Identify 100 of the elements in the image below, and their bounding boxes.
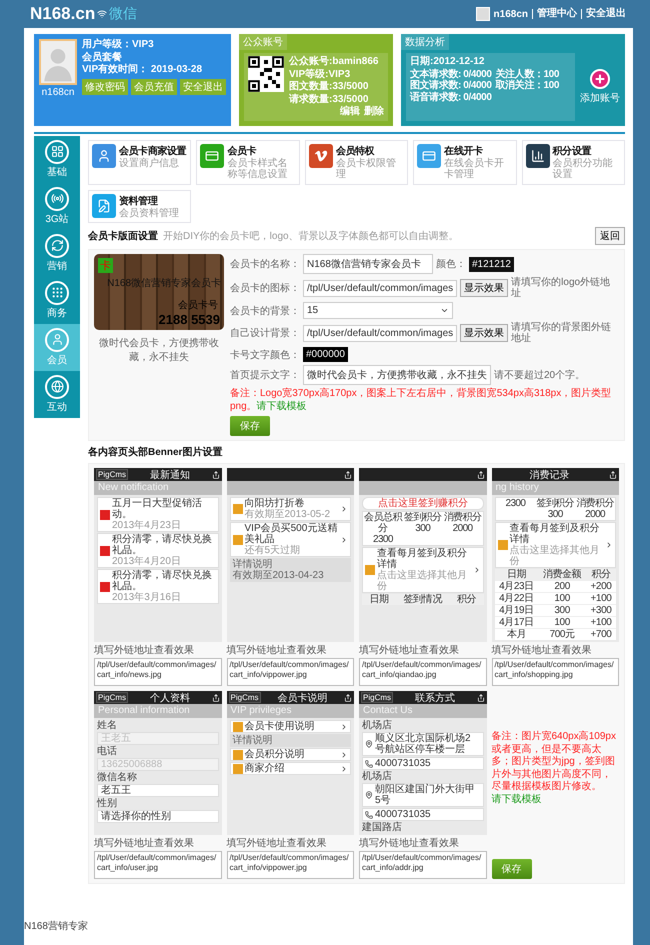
section-title: 各内容页头部Benner图片设置 [88, 445, 222, 459]
refresh-icon [45, 234, 69, 258]
input-field: 请选择你的性别 [97, 810, 218, 823]
module-title: 资料管理 [119, 194, 159, 208]
item-icon [498, 540, 508, 550]
sidebar-item[interactable]: 营销 [34, 230, 80, 276]
field-label: 填写外链地址查看效果 [226, 836, 328, 850]
list-item: 会员卡使用说明 [230, 720, 351, 733]
logo-suffix: 微信 [109, 5, 138, 23]
url-textarea[interactable]: /tpl/User/default/common/images/cart_info/vippower.jpg [226, 851, 354, 879]
header-link[interactable]: 管理中心 [532, 9, 577, 19]
module-card[interactable]: 会员卡 会员卡样式名称等信息设置 [196, 140, 300, 184]
color-value-field[interactable]: #000000 [303, 347, 348, 362]
url-textarea[interactable]: /tpl/User/default/common/images/cart_info/shopping.jpg [492, 658, 619, 686]
module-card[interactable]: 在线开卡 在线会员卡开卡管理 [413, 140, 517, 184]
logo-text: N168.cn [30, 4, 96, 24]
add-account-button[interactable] [590, 68, 610, 89]
notice-item: 五月一日大型促销活动。 2013年4月23日 [97, 497, 218, 532]
address-item: 顺义区北京国际机场2号航站区停车楼一层 [362, 732, 484, 756]
module-card[interactable]: 会员特权 会员卡权限管理 [304, 140, 408, 184]
download-template-link[interactable]: 请下载模板 [492, 794, 542, 804]
sidebar-item[interactable]: 3G站 [34, 182, 80, 230]
module-card[interactable]: 会员卡商家设置 设置商户信息 [88, 140, 192, 184]
module-title: 会员特权 [336, 144, 376, 158]
list-item: 商家介绍 [230, 762, 351, 775]
brand-badge: PigCms [96, 469, 128, 480]
card-name: N168微信营销专家会员卡 [107, 276, 221, 290]
input-field[interactable]: /tpl/User/default/common/images [303, 324, 458, 342]
stats-item: 文本请求数: 0/4000 [410, 68, 492, 80]
phone-header-bar: PigCms 联系方式 [359, 691, 486, 704]
field-label: 自己设计背景： [230, 326, 300, 340]
preview-button[interactable]: 显示效果 [460, 324, 508, 342]
phone-header-bar: PigCms 会员卡说明 [226, 691, 354, 704]
chevron-icon [340, 536, 348, 544]
sidebar-item[interactable]: 互动 [34, 370, 80, 418]
field-hint: 请填写你的logo外链地址 [511, 277, 612, 299]
points-summary: 2300 签到积分 300 消费积分 2000 [494, 497, 616, 521]
points-table: 日期 签到情况 积分 [362, 594, 484, 605]
module-title: 会员卡商家设置 [119, 144, 186, 158]
header-link[interactable]: 安全退出 [581, 9, 626, 19]
module-card[interactable]: 资料管理 会员资料管理 [88, 190, 192, 223]
input-field[interactable]: 微时代会员卡，方便携带收藏，永不挂失 [303, 365, 491, 385]
input-field: 老五王 [97, 784, 218, 797]
item-icon [232, 534, 242, 544]
item-icon [232, 504, 242, 514]
list-item: 向阳坊打折卷 有效期至2013-05-2 [230, 497, 351, 521]
points-table: 日期 消费金额 积分 4月23日 200 +200 4月22日 100 +100 4月19日 300 +300 4月17日 100 +100 本月 700元 +700 [494, 569, 616, 640]
chevron-icon [340, 722, 348, 730]
back-button[interactable]: 返回 [595, 227, 625, 245]
account-info: 请求数量:33/5000 [289, 94, 370, 105]
footer-text: N168营销专家 [24, 920, 89, 934]
preview-button[interactable]: 显示效果 [460, 279, 508, 297]
url-textarea[interactable]: /tpl/User/default/common/images/cart_info/news.jpg [94, 658, 222, 686]
sign-in-link[interactable]: 点击这里签到赚积分 [362, 497, 484, 510]
field-label: 填写外链地址查看效果 [226, 644, 328, 657]
phone-icon [365, 810, 373, 818]
phone-icon [365, 760, 373, 768]
input-field[interactable]: /tpl/User/default/common/images [303, 280, 458, 296]
field-label: 姓名 [97, 720, 118, 731]
input-field[interactable]: N168微信营销专家会员卡 [303, 254, 433, 274]
list-item: 会员积分说明 [230, 748, 351, 761]
field-label: 颜色： [436, 258, 466, 270]
item-icon [232, 722, 242, 732]
notice-item: 积分清零，请尽快兑换礼品。 2013年4月20日 [97, 533, 218, 568]
dropdown-icon [440, 306, 449, 315]
notice-icon [100, 582, 110, 592]
add-account-label: 添加账号 [580, 92, 620, 105]
panel-title: 公众账号 [239, 34, 287, 50]
color-value-field[interactable]: #121212 [469, 256, 514, 272]
select-field[interactable]: 15 [303, 302, 453, 319]
account-info: VIP等级:VIP3 [289, 68, 352, 80]
section-title: 会员卡版面设置 [88, 230, 158, 243]
section-hint: 开始DIY你的会员卡吧，logo、背景以及字体颜色都可以自由调整。 [163, 230, 460, 243]
module-card[interactable]: 积分设置 会员积分功能设置 [522, 140, 625, 184]
list-item: VIP会员买500元送精美礼品 还有5天过期 [230, 522, 351, 557]
url-textarea[interactable]: /tpl/User/default/common/images/cart_info/qiandao.jpg [359, 658, 486, 686]
chevron-icon [605, 541, 613, 549]
share-icon [212, 470, 220, 478]
share-icon [212, 694, 220, 702]
list-item: 查看每月签到及积分详情 点击这里选择其他月份 [494, 522, 616, 568]
user-icon [45, 328, 69, 352]
map-pin-icon [365, 791, 373, 799]
share-icon [609, 470, 617, 478]
note-text: 备注：图片宽640px高109px或者更高，但是不要高太多；图片类型为jpg，签到图片外与其他图片高度不同，尽量根据模板图片修改。 请下载模板 [492, 731, 617, 806]
download-template-link[interactable]: 请下载模板 [256, 400, 307, 412]
field-label: 首页提示文字： [230, 368, 300, 382]
sidebar-item[interactable]: 商务 [34, 276, 80, 324]
sidebar-item[interactable]: 基础 [34, 136, 80, 182]
field-hint: 请不要超过20个字。 [494, 370, 586, 380]
globe-icon [45, 374, 69, 398]
account-info: 图文数量:33/5000 [289, 81, 370, 92]
phone-header-bar: PigCms 最新通知 [94, 468, 222, 481]
url-textarea[interactable]: /tpl/User/default/common/images/cart_info/user.jpg [94, 851, 222, 879]
field-label: 填写外链地址查看效果 [94, 836, 195, 850]
store-name: 机场店 [362, 771, 393, 782]
module-description: 会员资料管理 [119, 208, 179, 219]
url-textarea[interactable]: /tpl/User/default/common/images/cart_info/vippower.jpg [226, 658, 354, 686]
module-description: 设置商户信息 [119, 158, 180, 169]
url-textarea[interactable]: /tpl/User/default/common/images/cart_info/addr.jpg [359, 851, 486, 879]
phone-item: 4000731035 [362, 757, 484, 770]
